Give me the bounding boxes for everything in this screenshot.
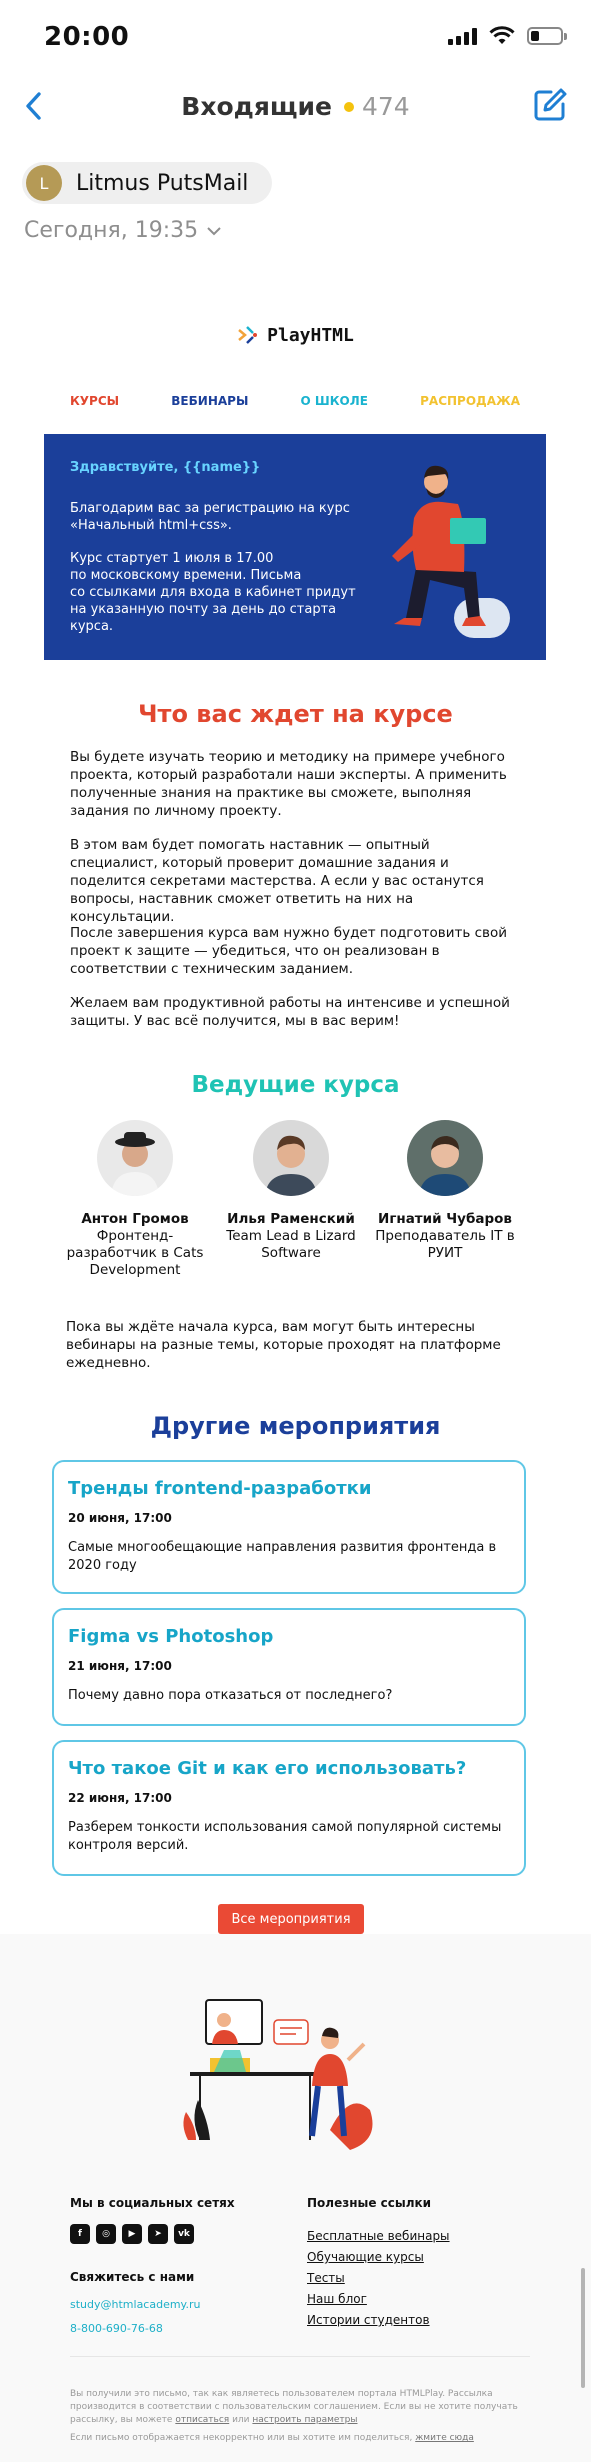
status-bar: 20:00: [0, 0, 591, 72]
event-card[interactable]: Тренды frontend-разработки 20 июня, 17:0…: [52, 1460, 526, 1594]
share-text: Если письмо отображается некорректно или…: [70, 2433, 413, 2443]
link-student-stories[interactable]: Истории студентов: [307, 2310, 450, 2331]
wifi-icon: [489, 26, 515, 44]
teacher-card: Антон Громов Фронтенд-разработчик в Cats…: [60, 1120, 210, 1279]
unsubscribe-link[interactable]: отписаться: [175, 2415, 229, 2425]
unread-count: 474: [362, 92, 410, 121]
teacher-name: Игнатий Чубаров: [378, 1211, 512, 1227]
menu-sale[interactable]: РАСПРОДАЖА: [420, 394, 520, 408]
hero-text-1: Благодарим вас за регистрацию на курс «Н…: [70, 501, 350, 533]
event-description: Самые многообещающие направления развити…: [68, 1540, 497, 1573]
event-date: 20 июня, 17:00: [68, 1511, 172, 1525]
settings-link[interactable]: настроить параметры: [252, 2415, 357, 2425]
about-paragraph-2: В этом вам будет помогать наставник — оп…: [70, 837, 484, 925]
teacher-photo: [253, 1120, 329, 1196]
link-blog[interactable]: Наш блог: [307, 2289, 450, 2310]
teacher-card: Игнатий Чубаров Преподаватель IT в РУИТ: [370, 1120, 520, 1262]
hero-greeting: Здравствуйте, {{name}}: [70, 460, 261, 475]
footer-legal-note: Вы получили это письмо, так как являетес…: [70, 2388, 520, 2427]
link-courses[interactable]: Обучающие курсы: [307, 2247, 450, 2268]
teacher-name: Илья Раменский: [227, 1211, 355, 1227]
cellular-signal-icon: [448, 27, 477, 45]
contact-title: Свяжитесь с нами: [70, 2270, 195, 2284]
menu-about[interactable]: О ШКОЛЕ: [301, 394, 368, 408]
battery-icon: [527, 27, 567, 45]
sent-date-text: Сегодня, 19:35: [24, 218, 199, 243]
teacher-role: Фронтенд-разработчик в Cats Development: [66, 1228, 204, 1278]
playhtml-logo[interactable]: PlayHTML: [0, 324, 591, 346]
hero-text-2: Курс стартует 1 июля в 17.00 по московск…: [70, 551, 356, 634]
sent-date[interactable]: Сегодня, 19:35: [24, 218, 222, 243]
event-title[interactable]: Figma vs Photoshop: [68, 1626, 510, 1647]
mailbox-title: Входящие 474: [0, 92, 591, 121]
chevron-down-icon: [207, 226, 221, 235]
about-paragraph-4: Желаем вам продуктивной работы на интенс…: [70, 995, 510, 1029]
status-time: 20:00: [44, 22, 130, 52]
logo-mark-icon: [238, 326, 258, 344]
teachers-title: Ведущие курса: [191, 1072, 400, 1098]
menu-webinars[interactable]: ВЕБИНАРЫ: [171, 394, 248, 408]
about-title: Что вас ждет на курсе: [138, 700, 453, 728]
event-title[interactable]: Что такое Git и как его использовать?: [68, 1758, 510, 1779]
social-links: f ◎ ▶ ➤ vk: [70, 2224, 194, 2244]
useful-links-title: Полезные ссылки: [307, 2196, 432, 2210]
logo-text: PlayHTML: [267, 324, 354, 346]
useful-links: Бесплатные вебинары Обучающие курсы Тест…: [307, 2226, 450, 2331]
facebook-icon[interactable]: f: [70, 2224, 90, 2244]
footer-share-note: Если письмо отображается некорректно или…: [70, 2432, 520, 2445]
event-description: Разберем тонкости использования самой по…: [68, 1820, 502, 1853]
events-title: Другие мероприятия: [150, 1412, 441, 1440]
event-description: Почему давно пора отказаться от последне…: [68, 1688, 393, 1703]
event-card[interactable]: Figma vs Photoshop 21 июня, 17:00 Почему…: [52, 1608, 526, 1726]
youtube-icon[interactable]: ▶: [122, 2224, 142, 2244]
all-events-button[interactable]: Все мероприятия: [218, 1904, 364, 1934]
event-date: 21 июня, 17:00: [68, 1659, 172, 1673]
web-version-link[interactable]: жмите сюда: [415, 2433, 474, 2443]
teacher-photo: [97, 1120, 173, 1196]
hero-banner: Здравствуйте, {{name}} Благодарим вас за…: [44, 434, 546, 660]
contact-email[interactable]: study@htmlacademy.ru: [70, 2298, 201, 2311]
webinars-note: Пока вы ждёте начала курса, вам могут бы…: [66, 1319, 501, 1371]
link-tests[interactable]: Тесты: [307, 2268, 450, 2289]
compose-icon[interactable]: [531, 86, 569, 124]
link-free-webinars[interactable]: Бесплатные вебинары: [307, 2226, 450, 2247]
developer-illustration: [392, 465, 510, 638]
event-card[interactable]: Что такое Git и как его использовать? 22…: [52, 1740, 526, 1876]
menu-courses[interactable]: КУРСЫ: [70, 394, 119, 408]
about-paragraph-1: Вы будете изучать теорию и методику на п…: [70, 749, 507, 819]
students-illustration: [183, 1999, 373, 2150]
mail-nav-bar: Входящие 474: [0, 80, 591, 132]
teacher-card: Илья Раменский Team Lead в Lizard Softwa…: [216, 1120, 366, 1262]
teacher-role: Преподаватель IT в РУИТ: [375, 1228, 515, 1261]
telegram-icon[interactable]: ➤: [148, 2224, 168, 2244]
instagram-icon[interactable]: ◎: [96, 2224, 116, 2244]
sender-chip[interactable]: L Litmus PutsMail: [22, 162, 273, 204]
email-footer: Мы в социальных сетях f ◎ ▶ ➤ vk Свяжите…: [0, 1934, 591, 2462]
email-menu: КУРСЫ ВЕБИНАРЫ О ШКОЛЕ РАСПРОДАЖА: [70, 394, 520, 408]
footer-divider: [70, 2356, 530, 2357]
vk-icon[interactable]: vk: [174, 2224, 194, 2244]
teacher-photo: [407, 1120, 483, 1196]
scrollbar[interactable]: [581, 2268, 585, 2388]
mailbox-name: Входящие: [181, 92, 332, 121]
teacher-name: Антон Громов: [81, 1211, 189, 1227]
legal-or: или: [232, 2415, 250, 2425]
contact-phone[interactable]: 8-800-690-76-68: [70, 2322, 163, 2335]
unread-dot-icon: [344, 101, 354, 112]
about-paragraph-3: После завершения курса вам нужно будет п…: [70, 925, 508, 977]
event-title[interactable]: Тренды frontend-разработки: [68, 1478, 510, 1499]
teacher-role: Team Lead в Lizard Software: [226, 1228, 356, 1261]
status-icons: [448, 26, 567, 46]
sender-avatar: L: [26, 165, 62, 201]
sender-name: Litmus PutsMail: [76, 170, 249, 196]
event-date: 22 июня, 17:00: [68, 1791, 172, 1805]
social-title: Мы в социальных сетях: [70, 2196, 235, 2210]
